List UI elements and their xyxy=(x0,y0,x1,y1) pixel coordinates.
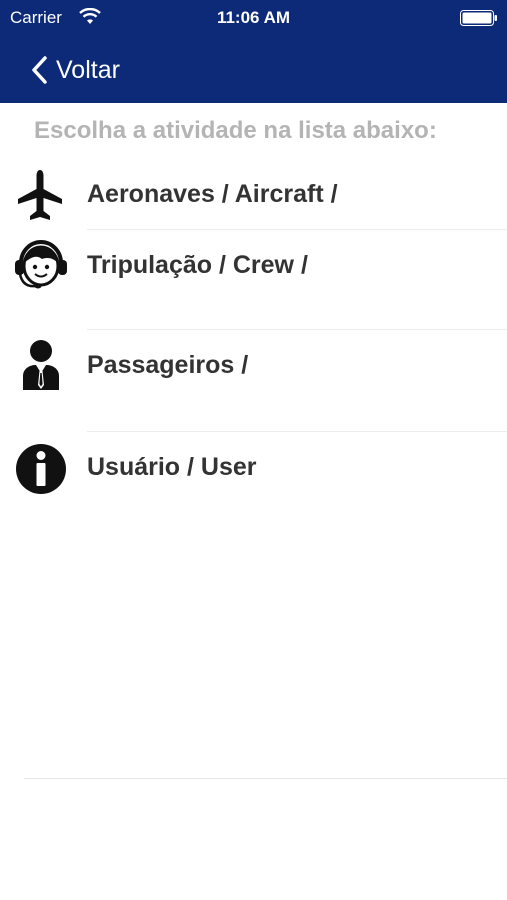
list-bottom-separator xyxy=(24,778,507,779)
back-button[interactable]: Voltar xyxy=(30,52,120,88)
battery-icon xyxy=(460,10,497,26)
back-label: Voltar xyxy=(56,55,120,84)
navigation-bar: Carrier 11:06 AM Voltar xyxy=(0,0,507,103)
crew-headset-icon xyxy=(15,240,67,289)
activity-item-aircraft[interactable]: Aeronaves / Aircraft / xyxy=(0,160,507,230)
activity-item-passengers[interactable]: Passageiros / xyxy=(0,330,507,432)
info-icon xyxy=(16,444,66,494)
passenger-icon xyxy=(23,340,59,390)
app-screen: Carrier 11:06 AM Voltar Escolha a ativid… xyxy=(0,0,507,900)
airplane-icon xyxy=(18,170,62,220)
activity-label-user: Usuário / User xyxy=(87,453,257,481)
status-time: 11:06 AM xyxy=(216,8,291,27)
status-bar: Carrier 11:06 AM xyxy=(0,0,507,36)
instruction-text: Escolha a atividade na lista abaixo: xyxy=(34,117,437,144)
activity-item-user[interactable]: Usuário / User xyxy=(0,432,507,532)
activity-label-passengers: Passageiros / xyxy=(87,351,249,379)
chevron-left-icon xyxy=(32,56,47,84)
activity-label-crew: Tripulação / Crew / xyxy=(87,251,308,279)
activity-label-aircraft: Aeronaves / Aircraft / xyxy=(87,180,338,208)
activity-item-crew[interactable]: Tripulação / Crew / xyxy=(0,230,507,330)
